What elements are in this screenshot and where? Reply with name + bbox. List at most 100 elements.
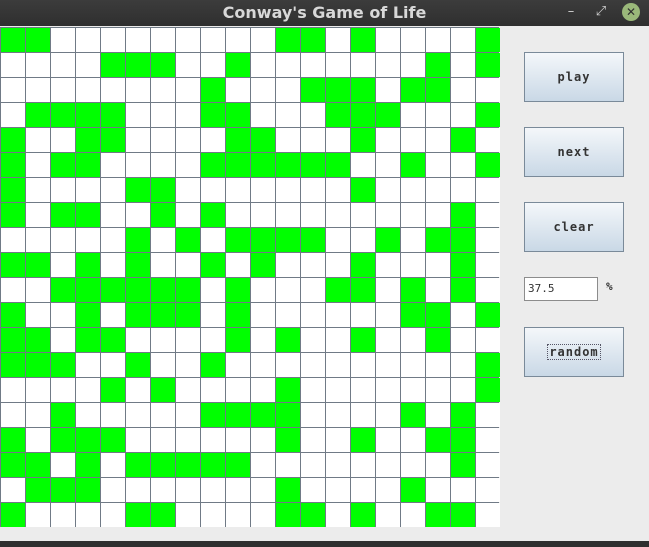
- dead-cell[interactable]: [326, 453, 350, 477]
- alive-cell[interactable]: [76, 428, 100, 452]
- dead-cell[interactable]: [476, 428, 500, 452]
- dead-cell[interactable]: [351, 228, 375, 252]
- alive-cell[interactable]: [126, 503, 150, 527]
- dead-cell[interactable]: [426, 153, 450, 177]
- alive-cell[interactable]: [426, 228, 450, 252]
- dead-cell[interactable]: [376, 278, 400, 302]
- dead-cell[interactable]: [76, 378, 100, 402]
- dead-cell[interactable]: [101, 303, 125, 327]
- dead-cell[interactable]: [426, 178, 450, 202]
- alive-cell[interactable]: [451, 128, 475, 152]
- dead-cell[interactable]: [326, 353, 350, 377]
- dead-cell[interactable]: [351, 478, 375, 502]
- dead-cell[interactable]: [451, 178, 475, 202]
- alive-cell[interactable]: [1, 128, 25, 152]
- dead-cell[interactable]: [301, 278, 325, 302]
- dead-cell[interactable]: [376, 378, 400, 402]
- dead-cell[interactable]: [76, 178, 100, 202]
- alive-cell[interactable]: [351, 278, 375, 302]
- dead-cell[interactable]: [376, 328, 400, 352]
- dead-cell[interactable]: [1, 78, 25, 102]
- dead-cell[interactable]: [326, 53, 350, 77]
- alive-cell[interactable]: [401, 303, 425, 327]
- alive-cell[interactable]: [351, 128, 375, 152]
- dead-cell[interactable]: [176, 128, 200, 152]
- dead-cell[interactable]: [201, 328, 225, 352]
- dead-cell[interactable]: [251, 278, 275, 302]
- dead-cell[interactable]: [126, 403, 150, 427]
- dead-cell[interactable]: [101, 403, 125, 427]
- alive-cell[interactable]: [101, 328, 125, 352]
- alive-cell[interactable]: [251, 153, 275, 177]
- dead-cell[interactable]: [126, 378, 150, 402]
- dead-cell[interactable]: [301, 378, 325, 402]
- dead-cell[interactable]: [251, 453, 275, 477]
- dead-cell[interactable]: [326, 378, 350, 402]
- dead-cell[interactable]: [251, 478, 275, 502]
- alive-cell[interactable]: [351, 178, 375, 202]
- dead-cell[interactable]: [451, 478, 475, 502]
- dead-cell[interactable]: [226, 478, 250, 502]
- dead-cell[interactable]: [401, 53, 425, 77]
- dead-cell[interactable]: [476, 228, 500, 252]
- dead-cell[interactable]: [226, 78, 250, 102]
- alive-cell[interactable]: [1, 28, 25, 52]
- dead-cell[interactable]: [226, 178, 250, 202]
- dead-cell[interactable]: [201, 503, 225, 527]
- alive-cell[interactable]: [126, 53, 150, 77]
- dead-cell[interactable]: [426, 453, 450, 477]
- dead-cell[interactable]: [401, 353, 425, 377]
- dead-cell[interactable]: [51, 503, 75, 527]
- alive-cell[interactable]: [101, 103, 125, 127]
- dead-cell[interactable]: [226, 378, 250, 402]
- dead-cell[interactable]: [251, 428, 275, 452]
- dead-cell[interactable]: [476, 278, 500, 302]
- dead-cell[interactable]: [76, 503, 100, 527]
- dead-cell[interactable]: [426, 253, 450, 277]
- dead-cell[interactable]: [251, 378, 275, 402]
- alive-cell[interactable]: [126, 228, 150, 252]
- alive-cell[interactable]: [401, 478, 425, 502]
- dead-cell[interactable]: [351, 378, 375, 402]
- alive-cell[interactable]: [476, 153, 500, 177]
- alive-cell[interactable]: [376, 103, 400, 127]
- dead-cell[interactable]: [376, 428, 400, 452]
- dead-cell[interactable]: [101, 153, 125, 177]
- alive-cell[interactable]: [301, 153, 325, 177]
- alive-cell[interactable]: [51, 478, 75, 502]
- alive-cell[interactable]: [451, 428, 475, 452]
- alive-cell[interactable]: [301, 78, 325, 102]
- alive-cell[interactable]: [101, 128, 125, 152]
- dead-cell[interactable]: [351, 453, 375, 477]
- dead-cell[interactable]: [251, 78, 275, 102]
- alive-cell[interactable]: [451, 278, 475, 302]
- dead-cell[interactable]: [326, 303, 350, 327]
- dead-cell[interactable]: [401, 253, 425, 277]
- dead-cell[interactable]: [151, 253, 175, 277]
- alive-cell[interactable]: [126, 278, 150, 302]
- dead-cell[interactable]: [426, 103, 450, 127]
- alive-cell[interactable]: [451, 403, 475, 427]
- dead-cell[interactable]: [326, 253, 350, 277]
- dead-cell[interactable]: [126, 28, 150, 52]
- dead-cell[interactable]: [401, 178, 425, 202]
- dead-cell[interactable]: [1, 103, 25, 127]
- dead-cell[interactable]: [376, 253, 400, 277]
- alive-cell[interactable]: [326, 278, 350, 302]
- life-grid[interactable]: [0, 27, 500, 527]
- dead-cell[interactable]: [226, 253, 250, 277]
- alive-cell[interactable]: [151, 53, 175, 77]
- alive-cell[interactable]: [326, 153, 350, 177]
- dead-cell[interactable]: [1, 478, 25, 502]
- alive-cell[interactable]: [151, 503, 175, 527]
- alive-cell[interactable]: [151, 303, 175, 327]
- dead-cell[interactable]: [426, 478, 450, 502]
- alive-cell[interactable]: [276, 478, 300, 502]
- dead-cell[interactable]: [376, 503, 400, 527]
- dead-cell[interactable]: [176, 203, 200, 227]
- dead-cell[interactable]: [76, 78, 100, 102]
- dead-cell[interactable]: [476, 128, 500, 152]
- alive-cell[interactable]: [276, 28, 300, 52]
- dead-cell[interactable]: [26, 378, 50, 402]
- density-input[interactable]: 37.5: [524, 277, 598, 301]
